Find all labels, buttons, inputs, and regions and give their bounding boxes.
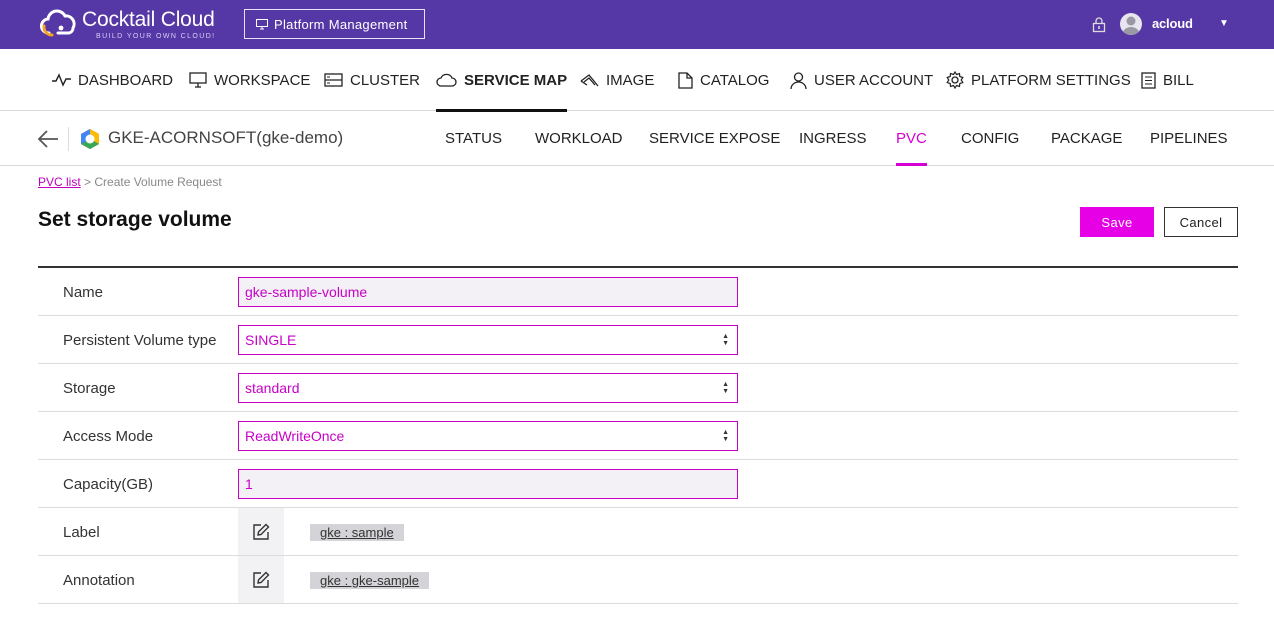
cloud-icon xyxy=(436,73,457,87)
form-row-pv-type: Persistent Volume type SINGLE ▲ ▼ xyxy=(38,316,1238,364)
name-input[interactable] xyxy=(238,277,738,307)
nav-label: PLATFORM SETTINGS xyxy=(971,71,1131,89)
nav-bill[interactable]: BILL xyxy=(1141,49,1194,111)
tab-pipelines[interactable]: PIPELINES xyxy=(1150,111,1228,166)
edit-icon xyxy=(253,571,270,588)
storage-label: Storage xyxy=(63,379,116,397)
document-icon xyxy=(678,71,693,89)
form-row-label: Label gke : sample xyxy=(38,508,1238,556)
monitor-icon xyxy=(256,18,268,29)
tab-workload[interactable]: WORKLOAD xyxy=(535,111,623,166)
nav-label: BILL xyxy=(1163,71,1194,89)
nav-label: SERVICE MAP xyxy=(464,71,568,89)
nav-service-map[interactable]: SERVICE MAP xyxy=(436,49,568,112)
form-row-storage: Storage standard ▲ ▼ xyxy=(38,364,1238,412)
monitor-icon xyxy=(189,72,207,88)
back-arrow-icon[interactable] xyxy=(37,129,59,149)
edit-label-button[interactable] xyxy=(238,508,284,555)
gke-cluster-icon xyxy=(81,129,99,149)
tab-ingress[interactable]: INGRESS xyxy=(799,111,867,166)
pv-type-select[interactable]: SINGLE ▲ ▼ xyxy=(238,325,738,355)
edit-annotation-button[interactable] xyxy=(238,556,284,603)
nav-label: IMAGE xyxy=(606,71,655,89)
user-icon xyxy=(790,71,807,89)
capacity-input[interactable] xyxy=(238,469,738,499)
save-button[interactable]: Save xyxy=(1080,207,1154,237)
gear-icon xyxy=(946,71,964,89)
name-label: Name xyxy=(63,283,104,301)
top-bar: Cocktail Cloud BUILD YOUR OWN CLOUD! Pla… xyxy=(0,0,1274,49)
tab-status[interactable]: STATUS xyxy=(445,111,502,166)
bill-icon xyxy=(1141,71,1156,89)
nav-dashboard[interactable]: DASHBOARD xyxy=(52,49,173,111)
pv-type-value: SINGLE xyxy=(245,332,297,348)
form-row-capacity: Capacity(GB) xyxy=(38,460,1238,508)
server-icon xyxy=(324,73,343,87)
nav-label: CATALOG xyxy=(700,71,770,89)
nav-platform-settings[interactable]: PLATFORM SETTINGS xyxy=(946,49,1131,111)
pv-type-label: Persistent Volume type xyxy=(63,331,217,349)
breadcrumb-current: > Create Volume Request xyxy=(80,175,222,189)
user-menu-caret-icon[interactable]: ▼ xyxy=(1219,18,1229,29)
select-arrows-icon: ▲ ▼ xyxy=(722,429,729,443)
form-row-annotation: Annotation gke : gke-sample xyxy=(38,556,1238,604)
cancel-button[interactable]: Cancel xyxy=(1164,207,1238,237)
tab-config[interactable]: CONFIG xyxy=(961,111,1019,166)
storage-select[interactable]: standard ▲ ▼ xyxy=(238,373,738,403)
platform-management-button[interactable]: Platform Management xyxy=(244,9,425,39)
annotation-tag[interactable]: gke : gke-sample xyxy=(310,572,429,589)
platform-management-label: Platform Management xyxy=(274,16,408,32)
image-icon xyxy=(580,73,599,86)
nav-label: CLUSTER xyxy=(350,71,421,89)
edit-icon xyxy=(253,523,270,540)
nav-catalog[interactable]: CATALOG xyxy=(678,49,769,111)
logo-title: Cocktail Cloud xyxy=(82,8,215,31)
nav-user-account[interactable]: USER ACCOUNT xyxy=(790,49,933,111)
breadcrumb: PVC list > Create Volume Request xyxy=(38,175,222,189)
tab-pvc[interactable]: PVC xyxy=(896,111,927,166)
select-arrows-icon: ▲ ▼ xyxy=(722,381,729,395)
user-name[interactable]: acloud xyxy=(1152,16,1193,31)
label-tag[interactable]: gke : sample xyxy=(310,524,404,541)
cluster-name[interactable]: GKE-ACORNSOFT(gke-demo) xyxy=(108,128,343,148)
nav-image[interactable]: IMAGE xyxy=(580,49,654,111)
page-title: Set storage volume xyxy=(38,208,232,231)
breadcrumb-pvc-list-link[interactable]: PVC list xyxy=(38,175,81,189)
nav-label: USER ACCOUNT xyxy=(814,71,934,89)
storage-value: standard xyxy=(245,380,300,396)
volume-form: Name Persistent Volume type SINGLE ▲▼ St… xyxy=(38,266,1238,604)
cloud-logo-icon xyxy=(40,9,76,37)
avatar[interactable] xyxy=(1120,13,1142,35)
select-arrows-icon: ▲ ▼ xyxy=(722,333,729,347)
divider xyxy=(68,127,69,151)
cocktail-cloud-logo[interactable]: Cocktail Cloud BUILD YOUR OWN CLOUD! xyxy=(40,8,216,42)
annotation-label: Annotation xyxy=(63,571,135,589)
form-row-name: Name xyxy=(38,268,1238,316)
sub-nav: GKE-ACORNSOFT(gke-demo) STATUS WORKLOAD … xyxy=(0,111,1274,166)
capacity-label: Capacity(GB) xyxy=(63,475,154,493)
nav-cluster[interactable]: CLUSTER xyxy=(324,49,420,111)
lock-icon[interactable] xyxy=(1092,17,1106,33)
nav-label: DASHBOARD xyxy=(78,71,174,89)
label-label: Label xyxy=(63,523,100,541)
access-mode-select[interactable]: ReadWriteOnce ▲ ▼ xyxy=(238,421,738,451)
logo-tagline: BUILD YOUR OWN CLOUD! xyxy=(96,33,216,40)
tab-service-expose[interactable]: SERVICE EXPOSE xyxy=(649,111,780,166)
main-nav: DASHBOARD WORKSPACE CLUSTER SERVICE MAP … xyxy=(0,49,1274,112)
access-mode-label: Access Mode xyxy=(63,427,154,445)
tab-package[interactable]: PACKAGE xyxy=(1051,111,1122,166)
nav-label: WORKSPACE xyxy=(214,71,311,89)
access-mode-value: ReadWriteOnce xyxy=(245,428,345,444)
user-avatar-icon xyxy=(1122,16,1140,35)
nav-workspace[interactable]: WORKSPACE xyxy=(189,49,310,111)
pulse-icon xyxy=(52,73,71,87)
form-row-access-mode: Access Mode ReadWriteOnce ▲ ▼ xyxy=(38,412,1238,460)
